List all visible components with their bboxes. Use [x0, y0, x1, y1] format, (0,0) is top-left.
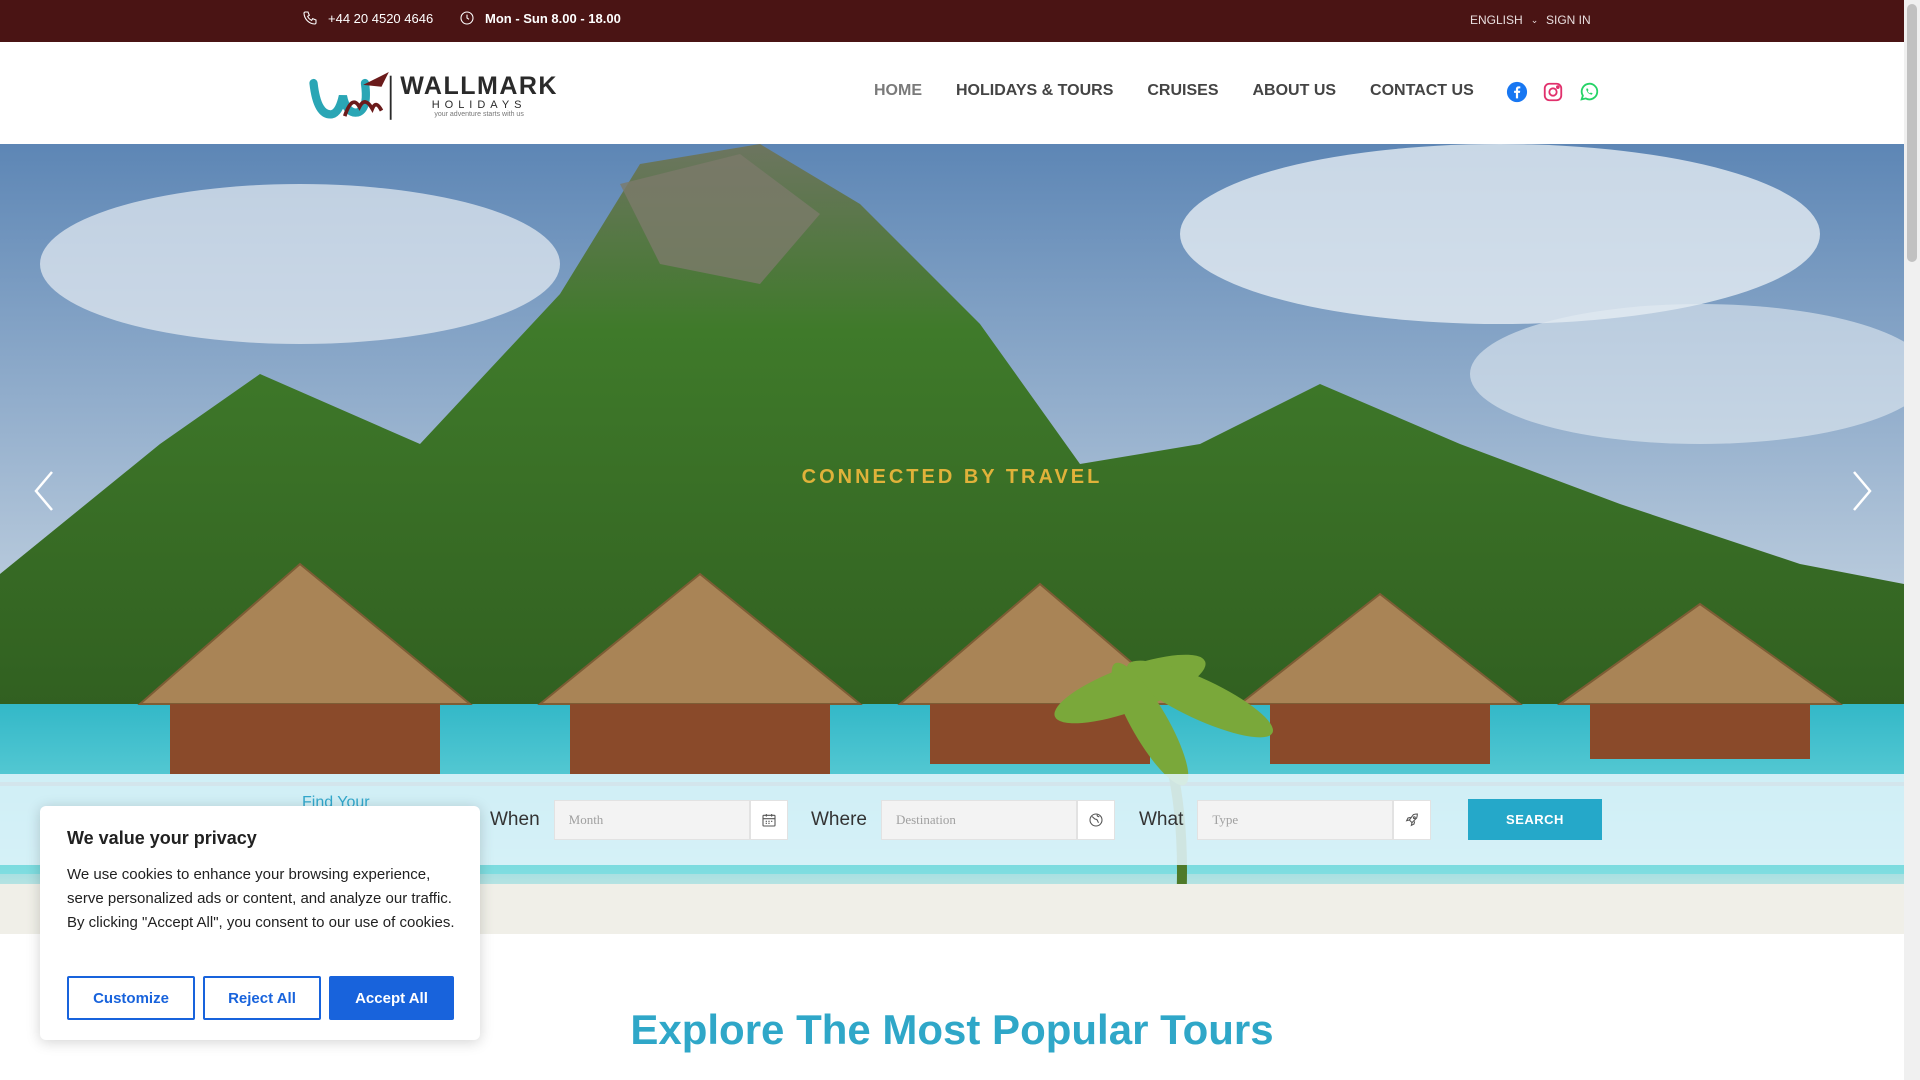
- hours-text: Mon - Sun 8.00 - 18.00: [485, 10, 621, 26]
- phone-number: +44 20 4520 4646: [328, 10, 434, 26]
- chevron-right-icon: [1853, 471, 1872, 511]
- page-scrollbar[interactable]: [1904, 0, 1920, 1080]
- slider-next-arrow[interactable]: [1840, 466, 1880, 516]
- what-label: What: [1139, 809, 1184, 830]
- where-label: Where: [811, 809, 867, 830]
- what-field-group: What Type: [1139, 800, 1432, 840]
- phone-icon: [303, 11, 317, 25]
- chevron-left-icon: [34, 471, 53, 511]
- what-input[interactable]: Type: [1197, 800, 1394, 840]
- accept-all-button[interactable]: Accept All: [329, 976, 454, 1020]
- cookie-consent-banner: We value your privacy We use cookies to …: [40, 806, 480, 1040]
- hero-tagline: CONNECTED BY TRAVEL: [801, 466, 1103, 488]
- scrollbar-thumb[interactable]: [1907, 4, 1917, 262]
- language-label: ENGLISH: [1470, 13, 1523, 27]
- nav-item-cruises[interactable]: CRUISES: [1147, 82, 1218, 100]
- cookie-text: We use cookies to enhance your browsing …: [67, 866, 455, 931]
- brand-logo[interactable]: WALLMARK HOLIDAYS your adventure starts …: [308, 60, 558, 130]
- when-input[interactable]: Month: [553, 800, 750, 840]
- opening-hours: Mon - Sun 8.00 - 18.00: [459, 10, 621, 26]
- logo-mark-icon: [309, 72, 392, 120]
- when-label: When: [490, 809, 540, 830]
- slider-prev-arrow[interactable]: [26, 466, 66, 516]
- nav-item-about-us[interactable]: ABOUT US: [1252, 82, 1336, 100]
- whatsapp-icon[interactable]: [1578, 81, 1600, 103]
- phone-contact[interactable]: +44 20 4520 4646: [302, 10, 433, 26]
- brand-tagline: your adventure starts with us: [434, 111, 524, 118]
- where-field-group: Where Destination: [811, 800, 1115, 840]
- reject-all-button[interactable]: Reject All: [203, 976, 321, 1020]
- search-button[interactable]: SEARCH: [1468, 799, 1602, 840]
- clock-icon: [460, 11, 474, 25]
- nav-item-holidays-tours[interactable]: HOLIDAYS & TOURS: [956, 82, 1113, 100]
- brand-name: WALLMARK: [400, 72, 558, 100]
- top-bar: +44 20 4520 4646 Mon - Sun 8.00 - 18.00 …: [0, 0, 1904, 42]
- rocket-icon[interactable]: [1393, 800, 1432, 840]
- globe-icon[interactable]: [1076, 800, 1115, 840]
- customize-button[interactable]: Customize: [67, 976, 195, 1020]
- nav-item-home[interactable]: HOME: [874, 82, 922, 100]
- brand-subtitle: HOLIDAYS: [431, 99, 527, 111]
- nav-item-contact-us[interactable]: CONTACT US: [1370, 82, 1474, 100]
- social-links: [1506, 81, 1600, 103]
- cookie-title: We value your privacy: [67, 828, 257, 848]
- instagram-icon[interactable]: [1542, 81, 1564, 103]
- calendar-icon[interactable]: [749, 800, 788, 840]
- facebook-icon[interactable]: [1506, 81, 1528, 103]
- language-selector[interactable]: ENGLISH ⌄: [1470, 13, 1538, 27]
- chevron-down-icon: ⌄: [1530, 14, 1539, 25]
- main-nav: HOME HOLIDAYS & TOURS CRUISES ABOUT US C…: [874, 82, 1474, 100]
- sign-in-link[interactable]: SIGN IN: [1546, 13, 1591, 27]
- site-header: WALLMARK HOLIDAYS your adventure starts …: [0, 42, 1904, 144]
- where-input[interactable]: Destination: [880, 800, 1077, 840]
- when-field-group: When Month: [490, 800, 788, 840]
